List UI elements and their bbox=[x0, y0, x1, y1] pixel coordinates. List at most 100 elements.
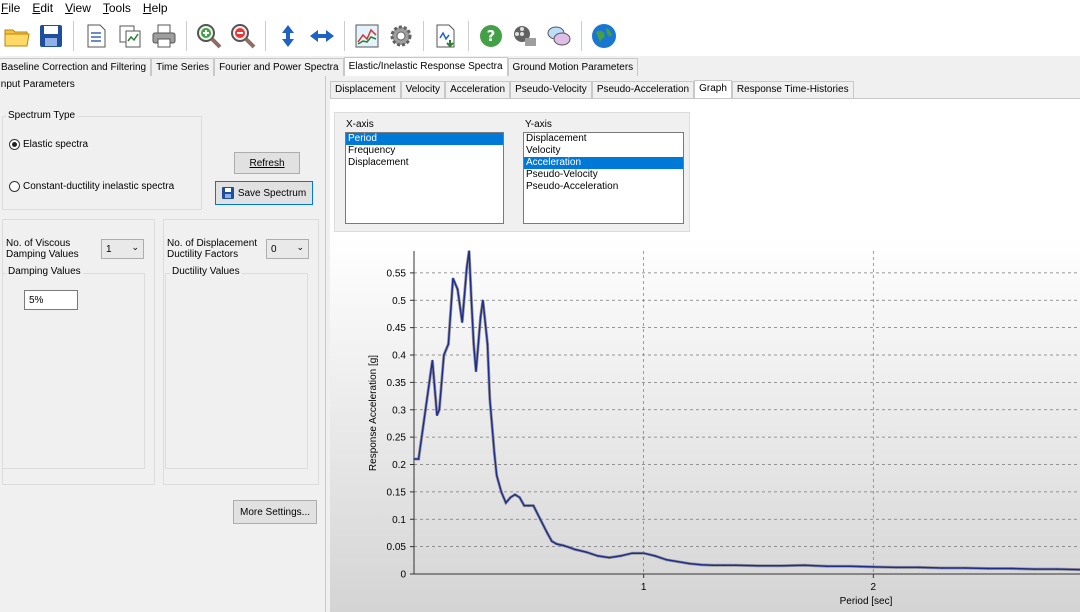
y-axis-option[interactable]: Pseudo-Acceleration bbox=[524, 181, 683, 193]
data-point bbox=[1056, 568, 1058, 570]
subtab-pseudo-acceleration[interactable]: Pseudo-Acceleration bbox=[591, 81, 695, 98]
subtab-response-time-histories[interactable]: Response Time-Histories bbox=[731, 81, 854, 98]
data-point bbox=[964, 567, 966, 569]
menu-view[interactable]: View bbox=[59, 1, 97, 15]
toolbar-separator bbox=[186, 21, 187, 51]
film-icon[interactable] bbox=[510, 21, 540, 51]
vertical-arrows-icon[interactable] bbox=[273, 21, 303, 51]
export-data-icon[interactable] bbox=[431, 21, 461, 51]
data-point bbox=[608, 556, 610, 559]
x-axis-option[interactable]: Frequency bbox=[346, 145, 503, 157]
data-point bbox=[539, 518, 542, 521]
data-point bbox=[431, 359, 434, 362]
y-tick-label: 0.15 bbox=[387, 487, 407, 498]
more-settings-button[interactable]: More Settings... bbox=[233, 500, 317, 524]
data-point bbox=[987, 567, 989, 570]
data-point bbox=[495, 474, 498, 477]
copy-chart-icon[interactable] bbox=[115, 21, 145, 51]
data-point bbox=[723, 564, 725, 566]
chart-icon[interactable] bbox=[352, 21, 382, 51]
data-point bbox=[456, 288, 459, 291]
data-point bbox=[452, 277, 454, 280]
data-point bbox=[826, 565, 829, 568]
damping-value-input[interactable]: 5% bbox=[24, 290, 78, 310]
horizontal-arrows-icon[interactable] bbox=[307, 21, 337, 51]
y-axis-option[interactable]: Acceleration bbox=[524, 157, 683, 169]
main-tab-strip: Baseline Correction and Filtering Time S… bbox=[0, 57, 639, 76]
tab-fourier-power-spectra[interactable]: Fourier and Power Spectra bbox=[214, 58, 344, 76]
subtab-displacement[interactable]: Displacement bbox=[330, 81, 401, 98]
radio-elastic-label: Elastic spectra bbox=[23, 139, 89, 150]
zoom-in-icon[interactable] bbox=[194, 21, 224, 51]
data-point bbox=[447, 343, 450, 345]
y-axis-option[interactable]: Displacement bbox=[524, 133, 683, 145]
spectrum-type-label: Spectrum Type bbox=[6, 110, 78, 121]
data-point bbox=[555, 543, 558, 545]
menu-edit[interactable]: Edit bbox=[26, 1, 59, 15]
save-icon[interactable] bbox=[36, 21, 66, 51]
toolbar-separator bbox=[73, 21, 74, 51]
globe-icon[interactable] bbox=[589, 21, 619, 51]
data-point bbox=[443, 354, 445, 356]
x-axis-listbox[interactable]: Period Frequency Displacement bbox=[345, 132, 504, 224]
response-spectrum-chart: 0 0.05 0.1 0.15 0.2 0.25 0.3 0.35 0.4 0.45 0.5 0.55… bbox=[330, 237, 1080, 612]
zoom-out-icon[interactable] bbox=[228, 21, 258, 51]
more-settings-label: More Settings... bbox=[239, 506, 311, 518]
data-point bbox=[475, 370, 477, 373]
y-tick-label: 0.1 bbox=[392, 515, 406, 526]
radio-inelastic-label: Constant-ductility inelastic spectra bbox=[23, 181, 175, 192]
data-point bbox=[642, 552, 645, 554]
subtab-pseudo-velocity[interactable]: Pseudo-Velocity bbox=[510, 81, 592, 98]
x-tick-label: 1 bbox=[641, 582, 647, 593]
damping-value-text: 5% bbox=[29, 294, 44, 306]
data-point bbox=[551, 540, 553, 542]
refresh-button[interactable]: Refresh bbox=[234, 152, 300, 174]
chat-icon[interactable] bbox=[544, 21, 574, 51]
open-folder-icon[interactable] bbox=[2, 21, 32, 51]
x-axis-option[interactable]: Period bbox=[346, 133, 503, 145]
document-icon[interactable] bbox=[81, 21, 111, 51]
subtab-velocity[interactable]: Velocity bbox=[400, 81, 446, 98]
data-point bbox=[619, 555, 622, 557]
y-axis-option[interactable]: Pseudo-Velocity bbox=[524, 169, 683, 181]
data-point bbox=[562, 544, 565, 547]
x-axis-option[interactable]: Displacement bbox=[346, 157, 503, 169]
tab-baseline-correction[interactable]: Baseline Correction and Filtering bbox=[0, 58, 152, 76]
subtab-acceleration[interactable]: Acceleration bbox=[445, 81, 511, 98]
y-tick-label: 0.55 bbox=[387, 268, 407, 279]
data-point bbox=[472, 343, 475, 345]
y-tick-label: 0.3 bbox=[392, 405, 406, 416]
sub-tab-strip: Displacement Velocity Acceleration Pseud… bbox=[330, 80, 854, 98]
radio-elastic-spectra[interactable]: Elastic spectra bbox=[9, 139, 88, 150]
ductility-count-select[interactable]: 0 ⌄ bbox=[266, 239, 309, 259]
print-icon[interactable] bbox=[149, 21, 179, 51]
menu-tools[interactable]: Tools bbox=[97, 1, 137, 15]
data-point bbox=[489, 398, 491, 400]
data-point bbox=[505, 502, 507, 504]
data-point bbox=[523, 504, 525, 507]
settings-gear-icon[interactable] bbox=[386, 21, 416, 51]
menu-help[interactable]: Help bbox=[137, 1, 174, 15]
viscous-damping-count-label: No. of Viscous Damping Values bbox=[6, 238, 79, 260]
radio-inelastic-spectra[interactable]: Constant-ductility inelastic spectra bbox=[9, 181, 174, 192]
data-point bbox=[438, 409, 441, 411]
data-point bbox=[528, 504, 530, 507]
y-axis-option[interactable]: Velocity bbox=[524, 145, 683, 157]
data-point bbox=[532, 504, 535, 507]
data-point bbox=[461, 321, 463, 323]
tab-time-series[interactable]: Time Series bbox=[151, 58, 215, 76]
help-icon[interactable]: ? bbox=[476, 21, 506, 51]
data-point bbox=[849, 565, 852, 568]
y-axis-listbox[interactable]: Displacement Velocity Acceleration Pseudo-V… bbox=[523, 132, 684, 224]
tab-ground-motion-parameters[interactable]: Ground Motion Parameters bbox=[507, 58, 639, 76]
subtab-graph[interactable]: Graph bbox=[694, 80, 732, 98]
menu-file[interactable]: File bbox=[0, 1, 26, 15]
toolbar-separator bbox=[423, 21, 424, 51]
tab-response-spectra[interactable]: Elastic/Inelastic Response Spectra bbox=[343, 57, 508, 76]
y-tick-label: 0.25 bbox=[387, 433, 407, 444]
viscous-label-line2: Damping Values bbox=[6, 249, 79, 260]
viscous-damping-count-select[interactable]: 1 ⌄ bbox=[101, 239, 144, 259]
data-point bbox=[757, 565, 760, 567]
save-spectrum-button[interactable]: Save Spectrum bbox=[215, 181, 313, 205]
ductility-values-label: Ductility Values bbox=[170, 266, 242, 277]
